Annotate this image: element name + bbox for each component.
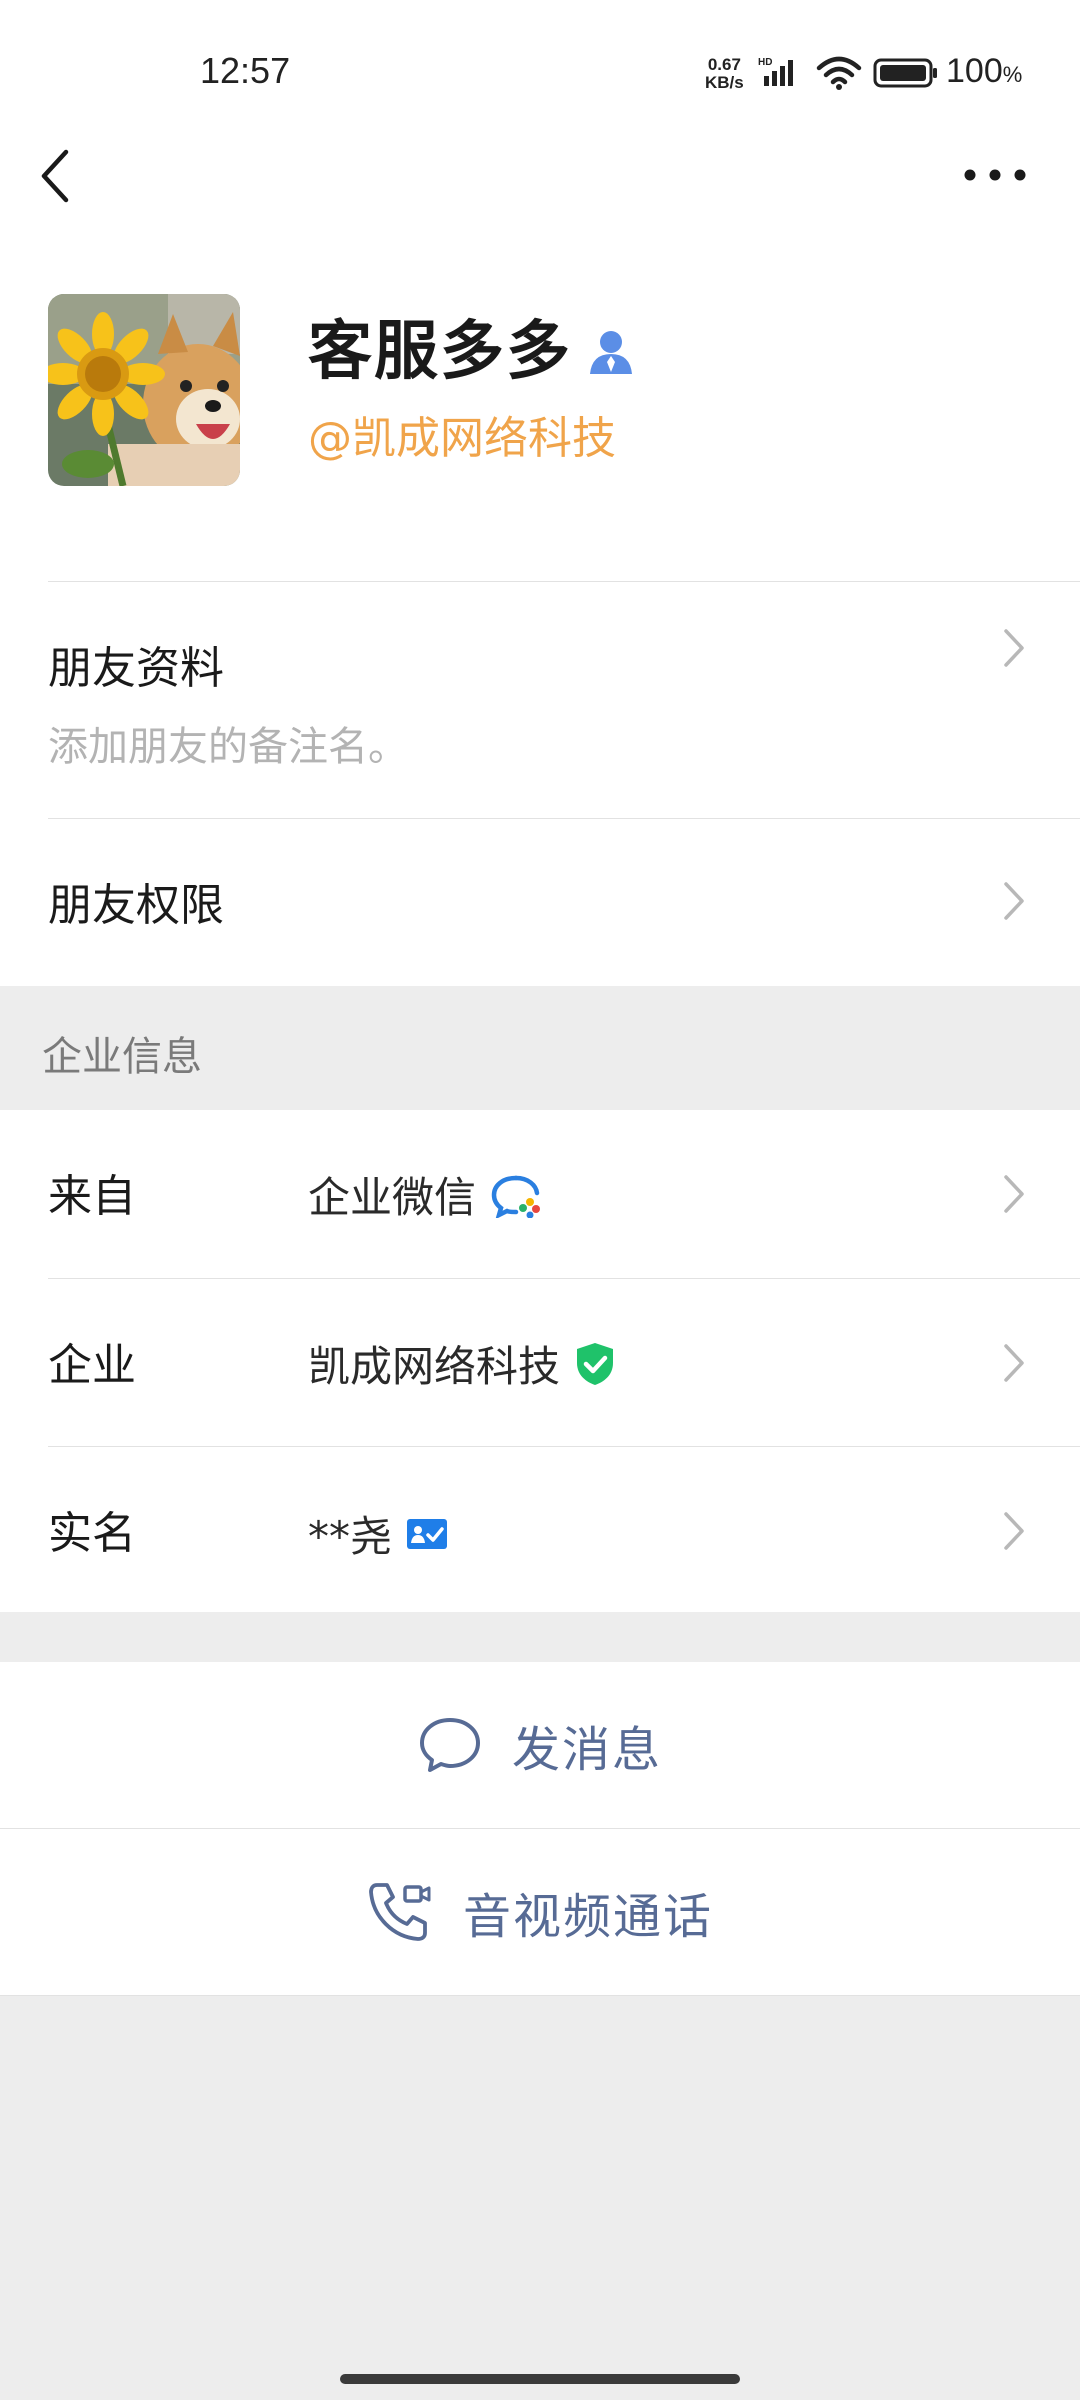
profile-name: 客服多多 xyxy=(308,315,572,389)
id-card-icon xyxy=(406,1517,448,1551)
enterprise-value-text: 凯成网络科技 xyxy=(308,1342,561,1391)
status-time: 12:57 xyxy=(200,50,291,91)
enterprise-value: 凯成网络科技 xyxy=(308,1333,616,1394)
friend-info-title: 朋友资料 xyxy=(48,643,224,694)
source-value-text: 企业微信 xyxy=(308,1173,477,1222)
enterprise-label: 企业 xyxy=(48,1340,136,1391)
verified-shield-icon xyxy=(574,1341,616,1387)
friend-permissions-row[interactable]: 朋友权限 xyxy=(0,819,1080,986)
profile-card: 12:57 0.67 KB/s HD 100% 客服多多 @凯成网络科技 朋友资… xyxy=(0,0,1080,986)
av-call-button[interactable]: 音视频通话 xyxy=(0,1829,1080,1995)
real-name-value: **尧 xyxy=(308,1503,448,1564)
send-message-button[interactable]: 发消息 xyxy=(0,1662,1080,1828)
wecom-icon xyxy=(490,1172,542,1218)
battery-level: 100% xyxy=(946,52,1022,91)
friend-info-row[interactable]: 朋友资料 添加朋友的备注名。 xyxy=(0,582,1080,818)
chevron-right-icon xyxy=(1004,882,1024,920)
chat-bubble-icon xyxy=(419,1718,480,1772)
status-bar: 12:57 0.67 KB/s HD 100% xyxy=(0,0,1080,150)
friend-info-subtitle: 添加朋友的备注名。 xyxy=(48,724,408,770)
av-call-label: 音视频通话 xyxy=(462,1889,713,1945)
real-name-label: 实名 xyxy=(48,1508,136,1559)
source-value: 企业微信 xyxy=(308,1164,542,1225)
wifi-icon xyxy=(816,56,862,90)
source-label: 来自 xyxy=(48,1171,136,1222)
more-dots-icon[interactable] xyxy=(960,160,1030,190)
enterprise-info-list: 来自 企业微信 企业 凯成网络科技 实名 **尧 xyxy=(0,1110,1080,1612)
network-speed-unit: KB/s xyxy=(705,73,744,92)
avatar[interactable] xyxy=(48,294,240,486)
company-handle: @凯成网络科技 xyxy=(308,413,616,464)
enterprise-section-title: 企业信息 xyxy=(42,1034,202,1080)
divider xyxy=(0,1995,1080,1996)
real-name-value-text: **尧 xyxy=(308,1512,393,1561)
enterprise-section-header: 企业信息 xyxy=(0,986,1080,1110)
list-item-real-name[interactable]: 实名 **尧 xyxy=(0,1447,1080,1612)
battery-value: 100 xyxy=(946,52,1003,90)
cell-signal-icon: HD xyxy=(758,57,793,86)
friend-permissions-title: 朋友权限 xyxy=(48,880,224,931)
list-item-source[interactable]: 来自 企业微信 xyxy=(0,1110,1080,1278)
list-item-enterprise[interactable]: 企业 凯成网络科技 xyxy=(0,1279,1080,1446)
chevron-right-icon xyxy=(1004,1344,1024,1382)
network-speed-value: 0.67 xyxy=(707,55,741,74)
home-indicator[interactable] xyxy=(340,2374,740,2384)
back-icon[interactable] xyxy=(36,146,76,206)
battery-unit: % xyxy=(1002,62,1023,87)
person-icon xyxy=(590,331,632,374)
chevron-right-icon xyxy=(1004,1175,1024,1213)
profile-name-row: 客服多多 xyxy=(308,300,634,392)
network-speed: 0.67 KB/s xyxy=(705,56,744,92)
chevron-right-icon xyxy=(1004,629,1024,667)
network-type-label: HD xyxy=(758,57,772,68)
video-call-icon xyxy=(369,1883,431,1941)
send-message-label: 发消息 xyxy=(511,1722,662,1778)
chevron-right-icon xyxy=(1004,1512,1024,1550)
battery-icon xyxy=(873,58,937,88)
